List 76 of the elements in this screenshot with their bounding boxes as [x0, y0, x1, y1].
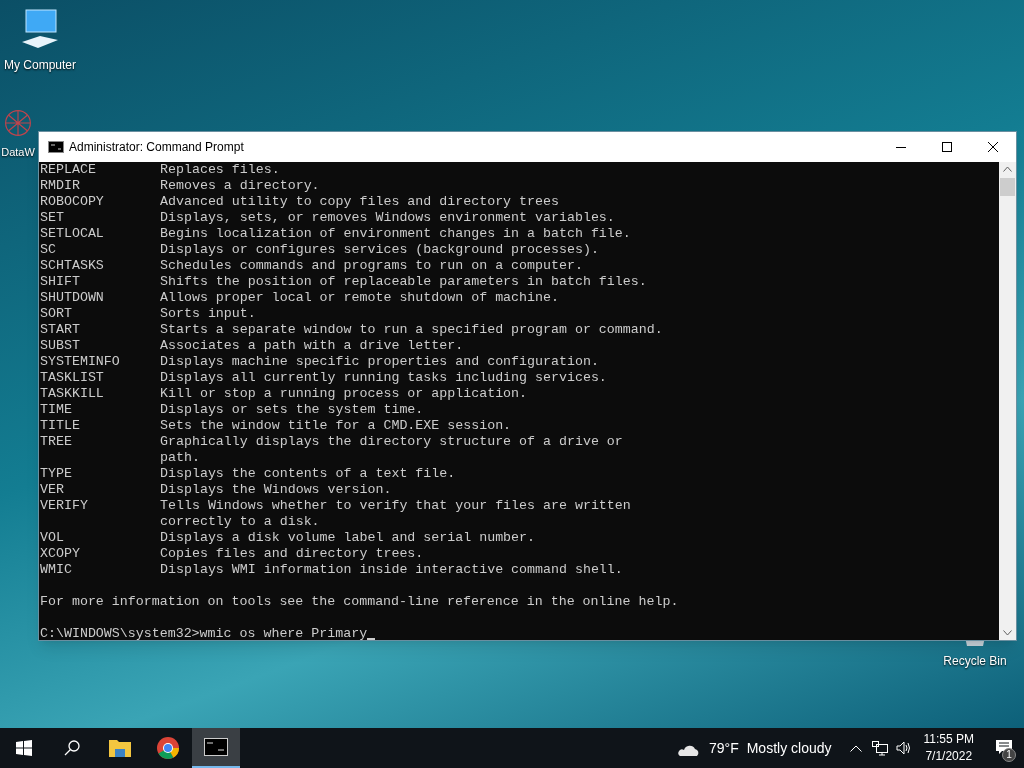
- command-description: Displays the Windows version.: [160, 482, 392, 498]
- command-name: SCHTASKS: [40, 258, 105, 274]
- command-description: Advanced utility to copy files and directory trees: [160, 194, 559, 210]
- weather-status[interactable]: Mostly cloudy: [746, 737, 832, 759]
- command-name: RMDIR: [40, 178, 81, 194]
- command-name: WMIC: [40, 562, 73, 578]
- command-name: SC: [40, 242, 57, 258]
- command-description: Associates a path with a drive letter.: [160, 338, 464, 354]
- command-description: Begins localization of environment changes in a batch file.: [160, 226, 631, 242]
- windows-logo-icon: [16, 740, 32, 756]
- desktop-icon-label[interactable]: My Computer: [4, 56, 76, 74]
- browser-icon: [156, 736, 180, 760]
- command-description: Graphically displays the directory structure of a drive or: [160, 434, 623, 450]
- console-text: For more information on tools see the command-line reference in the online help.: [40, 594, 679, 609]
- command-description: Displays a disk volume label and serial number.: [160, 530, 536, 546]
- command-description: Displays, sets, or removes Windows environment variables.: [160, 210, 615, 226]
- notification-count-badge: 1: [1002, 748, 1016, 762]
- command-name: TITLE: [40, 418, 81, 434]
- command-name: SETLOCAL: [40, 226, 105, 242]
- command-description: Schedules commands and programs to run on a computer.: [160, 258, 583, 274]
- scrollbar-thumb[interactable]: [1000, 178, 1015, 196]
- command-name: SORT: [40, 306, 73, 322]
- command-description: path.: [160, 450, 201, 466]
- command-description: Displays WMI information inside interactive command shell.: [160, 562, 623, 578]
- command-name: VOL: [40, 530, 65, 546]
- command-name: REPLACE: [40, 162, 97, 178]
- terminal-icon: [204, 738, 228, 756]
- command-prompt-line: C:\WINDOWS\system32>wmic os where Primary: [40, 626, 368, 640]
- desktop-icon-label[interactable]: DataW: [1, 144, 35, 161]
- command-name: TREE: [40, 434, 73, 451]
- folder-icon: [108, 738, 132, 758]
- command-description: Allows proper local or remote shutdown of machine.: [160, 290, 559, 306]
- volume-icon[interactable]: [895, 741, 912, 755]
- command-description: Displays machine specific properties and configuration.: [160, 354, 599, 370]
- search-icon: [64, 740, 80, 756]
- command-description: Tells Windows whether to verify that your files are written: [160, 498, 631, 514]
- command-description: Replaces files.: [160, 162, 280, 178]
- text-cursor: [367, 638, 376, 640]
- window-title: Administrator: Command Prompt: [69, 139, 244, 156]
- terminal-icon: [48, 141, 64, 153]
- command-name: TIME: [40, 402, 73, 418]
- command-description: Displays all currently running tasks including services.: [160, 370, 607, 386]
- command-description: Displays or sets the system time.: [160, 402, 424, 418]
- command-description: Sets the window title for a CMD.EXE session.: [160, 418, 512, 434]
- command-description: Starts a separate window to run a specified program or command.: [160, 322, 663, 338]
- command-description: Shifts the position of replaceable parameters in batch files.: [160, 274, 647, 290]
- command-name: SHUTDOWN: [40, 290, 105, 306]
- command-description: Copies files and directory trees.: [160, 546, 424, 562]
- taskbar-app-button[interactable]: [192, 728, 240, 768]
- command-description: correctly to a disk.: [160, 514, 321, 530]
- temperature[interactable]: 79°F: [708, 737, 739, 759]
- command-description: Kill or stop a running process or application.: [160, 386, 528, 402]
- command-name: SYSTEMINFO: [40, 354, 121, 370]
- command-name: SHIFT: [40, 274, 81, 290]
- minimize-icon: [896, 146, 906, 148]
- command-name: TASKKILL: [40, 386, 105, 402]
- command-description: Displays or configures services (background processes).: [160, 242, 599, 258]
- close-icon: [988, 142, 998, 152]
- command-name: XCOPY: [40, 546, 81, 562]
- command-name: SUBST: [40, 338, 81, 354]
- chevron-up-icon[interactable]: [849, 744, 862, 752]
- maximize-icon: [942, 142, 952, 152]
- command-name: VERIFY: [40, 498, 89, 515]
- clock-button[interactable]: 11:55 PM 7/1/2022: [919, 731, 978, 765]
- network-icon[interactable]: [871, 740, 888, 756]
- command-description: Removes a directory.: [160, 178, 320, 194]
- command-name: START: [40, 322, 81, 338]
- scrollbar[interactable]: [999, 162, 1016, 640]
- command-name: TASKLIST: [40, 370, 105, 386]
- command-description: Displays the contents of a text file.: [160, 466, 456, 482]
- command-name: VER: [40, 482, 65, 498]
- command-name: SET: [40, 210, 65, 226]
- desktop-icon-label[interactable]: Recycle Bin: [943, 652, 1007, 670]
- command-name: ROBOCOPY: [40, 194, 105, 210]
- command-description: Sorts input.: [160, 306, 256, 322]
- command-name: TYPE: [40, 466, 73, 482]
